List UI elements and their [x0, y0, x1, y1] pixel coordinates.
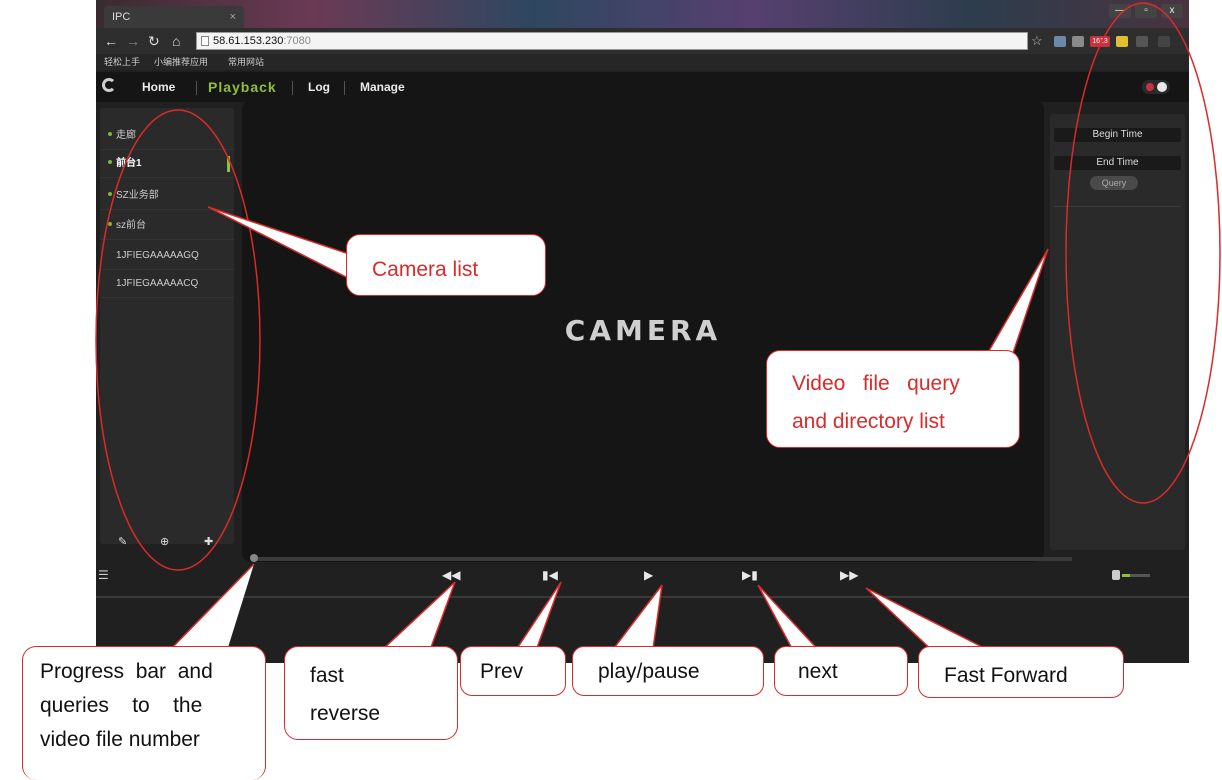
status-dot-icon	[108, 222, 112, 227]
url-input[interactable]: 58.61.153.230:7080	[196, 32, 1028, 50]
bottom-divider	[96, 596, 1189, 598]
camera-list-panel: 走廊 前台1 SZ业务部 sz前台 1JFIEGAAAAAGQ 1JFIEGAA…	[100, 108, 234, 544]
power-toggle[interactable]	[1142, 80, 1170, 94]
next-button[interactable]: ▶▮	[742, 568, 758, 582]
toggle-knob	[1157, 82, 1167, 92]
progress-label-2: queries to the	[40, 694, 203, 717]
progress-label-1: Progress bar and	[40, 660, 213, 683]
progress-bar[interactable]	[254, 557, 1072, 561]
camera-label: sz前台	[116, 220, 146, 231]
reload-icon[interactable]: ↻	[148, 32, 160, 50]
bookmark-item[interactable]: 小编推荐应用	[154, 54, 208, 70]
video-query-label-1: Video file query	[792, 372, 960, 395]
progress-label-3: video file number	[40, 728, 200, 751]
play-pause-label: play/pause	[598, 660, 700, 683]
url-port: :7080	[283, 35, 311, 47]
status-dot-icon	[108, 192, 112, 197]
zoom-icon[interactable]: ⊕	[160, 536, 169, 548]
nav-playback[interactable]: Playback	[208, 72, 277, 102]
fast-reverse-label-1: fast	[310, 664, 344, 687]
bookmark-item[interactable]: 常用网站	[228, 54, 264, 70]
begin-time-field[interactable]: Begin Time	[1054, 128, 1181, 142]
video-query-panel: Begin Time End Time Query	[1050, 114, 1185, 550]
next-label: next	[798, 660, 838, 683]
add-icon[interactable]: ✚	[204, 536, 213, 548]
fast-reverse-label-2: reverse	[310, 702, 381, 725]
fast-forward-button[interactable]: ▶▶	[840, 568, 858, 582]
menu-icon[interactable]	[1158, 36, 1170, 47]
nav-home[interactable]: Home	[142, 72, 175, 102]
address-bar-row: ← → ↻ ⌂ 58.61.153.230:7080 ☆ 1613	[96, 28, 1189, 54]
browser-tab-strip: IPC × — ▫ x	[96, 0, 1189, 28]
speaker-icon	[1112, 570, 1120, 580]
bookmark-star-icon[interactable]: ☆	[1031, 33, 1043, 49]
camera-item[interactable]: 1JFIEGAAAAAGQ	[100, 242, 234, 270]
nav-divider	[292, 81, 293, 95]
extension-icon[interactable]	[1072, 36, 1084, 47]
camera-item[interactable]: 前台1	[100, 150, 234, 178]
nav-divider	[344, 81, 345, 95]
url-host: 58.61.153.230	[213, 35, 284, 47]
close-window-button[interactable]: x	[1161, 4, 1183, 18]
play-button[interactable]: ▶	[644, 568, 653, 582]
video-viewer[interactable]: CAMERA	[242, 100, 1044, 562]
progress-handle[interactable]	[250, 554, 258, 562]
bookmarks-bar: 轻松上手 小编推荐应用 常用网站	[96, 54, 1189, 70]
nav-log[interactable]: Log	[308, 72, 330, 102]
app-nav-bar: Home Playback Log Manage	[96, 72, 1189, 102]
tab-title: IPC	[112, 11, 131, 23]
minimize-button[interactable]: —	[1109, 4, 1131, 18]
selection-indicator	[227, 156, 230, 172]
camera-list-toolbar: ✎ ⊕ ✚	[100, 536, 234, 548]
volume-slider[interactable]	[1112, 570, 1152, 580]
app-logo-icon	[102, 78, 116, 92]
toggle-red-dot	[1146, 83, 1154, 91]
status-dot-icon	[108, 132, 112, 137]
prev-button[interactable]: ▮◀	[542, 568, 558, 582]
fast-reverse-button[interactable]: ◀◀	[442, 568, 460, 582]
nav-manage[interactable]: Manage	[360, 72, 405, 102]
end-time-field[interactable]: End Time	[1054, 156, 1181, 170]
bookmark-item[interactable]: 轻松上手	[104, 54, 140, 70]
screenshot-window: IPC × — ▫ x ← → ↻ ⌂ 58.61.153.230:7080 ☆…	[96, 0, 1189, 663]
list-icon[interactable]: ☰	[98, 568, 109, 582]
camera-label: 前台1	[116, 158, 142, 169]
prev-label: Prev	[480, 660, 524, 683]
camera-item[interactable]: 1JFIEGAAAAACQ	[100, 270, 234, 298]
panel-divider	[1054, 206, 1181, 207]
status-dot-icon	[108, 160, 112, 165]
maximize-button[interactable]: ▫	[1135, 4, 1157, 18]
camera-item[interactable]: sz前台	[100, 212, 234, 240]
back-icon[interactable]: ←	[104, 32, 118, 50]
edit-icon[interactable]: ✎	[118, 536, 127, 548]
extension-icon[interactable]	[1136, 36, 1148, 47]
camera-label: SZ业务部	[116, 190, 159, 201]
forward-icon[interactable]: →	[126, 32, 140, 50]
camera-label: 1JFIEGAAAAACQ	[116, 278, 199, 289]
query-button[interactable]: Query	[1090, 176, 1138, 190]
extension-icon[interactable]	[1116, 36, 1128, 47]
video-query-label-2: and directory list	[792, 410, 945, 433]
tab-close-icon[interactable]: ×	[230, 6, 236, 28]
camera-label: 1JFIEGAAAAAGQ	[116, 250, 199, 261]
camera-label: 走廊	[116, 130, 136, 141]
page-icon	[201, 36, 209, 46]
camera-item[interactable]: SZ业务部	[100, 182, 234, 210]
window-controls: — ▫ x	[1109, 4, 1183, 18]
browser-tab[interactable]: IPC ×	[104, 6, 244, 28]
extension-icon[interactable]	[1054, 36, 1066, 47]
camera-item[interactable]: 走廊	[100, 122, 234, 150]
camera-list-label: Camera list	[372, 258, 479, 281]
fast-forward-label: Fast Forward	[944, 664, 1068, 687]
volume-fill	[1122, 574, 1130, 577]
home-icon[interactable]: ⌂	[172, 32, 180, 50]
nav-divider	[196, 81, 197, 95]
extension-badge-icon[interactable]: 1613	[1090, 36, 1110, 47]
next-callout	[774, 646, 908, 696]
camera-logo: CAMERA	[564, 314, 722, 347]
